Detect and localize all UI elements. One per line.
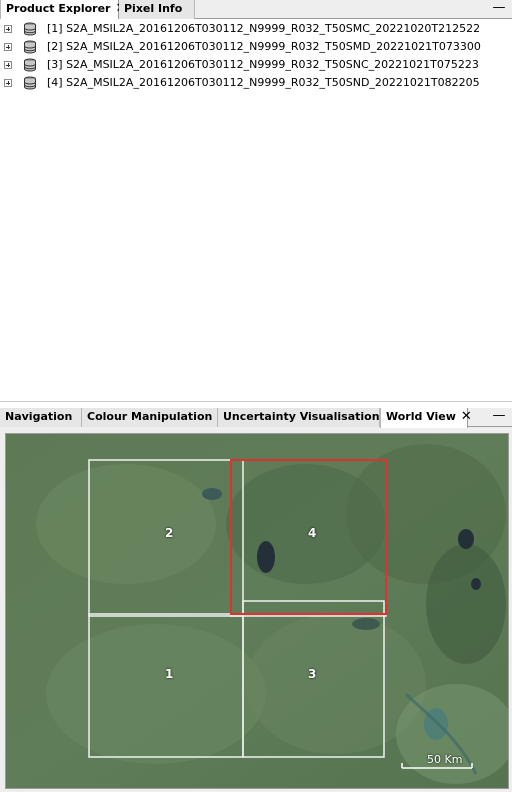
tab-uncertainty-visualisation[interactable]: Uncertainty Visualisation bbox=[218, 408, 380, 427]
tab-navigation[interactable]: Navigation bbox=[0, 408, 82, 427]
tab-product-explorer[interactable]: Product Explorer✕ bbox=[0, 0, 126, 20]
tab-navigation-label: Navigation bbox=[5, 410, 73, 423]
tab-product-explorer-label: Product Explorer bbox=[6, 2, 111, 15]
bottom-tool-panel: Navigation Colour Manipulation Uncertain… bbox=[0, 408, 512, 792]
tab-uncertainty-visualisation-label: Uncertainty Visualisation bbox=[223, 410, 380, 423]
product-label: [3] S2A_MSIL2A_20161206T030112_N9999_R03… bbox=[47, 58, 479, 71]
product-label: [2] S2A_MSIL2A_20161206T030112_N9999_R03… bbox=[47, 40, 481, 53]
expand-icon[interactable] bbox=[4, 25, 12, 33]
tab-pixel-info[interactable]: Pixel Info bbox=[119, 0, 195, 19]
tile-label-4: 4 bbox=[308, 526, 317, 540]
product-explorer-tree: [1] S2A_MSIL2A_20161206T030112_N9999_R03… bbox=[0, 19, 512, 402]
product-label: [4] S2A_MSIL2A_20161206T030112_N9999_R03… bbox=[47, 76, 480, 89]
tile-label-3: 3 bbox=[308, 667, 317, 681]
tile-label-2: 2 bbox=[165, 526, 174, 540]
tab-colour-manipulation[interactable]: Colour Manipulation bbox=[82, 408, 218, 427]
world-view-map[interactable]: 2 4 1 3 50 Km bbox=[5, 433, 509, 789]
database-icon bbox=[24, 22, 36, 36]
database-icon bbox=[24, 76, 36, 90]
expand-icon[interactable] bbox=[4, 79, 12, 87]
tab-pixel-info-label: Pixel Info bbox=[124, 2, 183, 15]
tab-world-view-label: World View bbox=[386, 410, 456, 423]
minimize-icon[interactable]: — bbox=[492, 408, 506, 426]
close-icon[interactable]: ✕ bbox=[461, 409, 472, 424]
bottom-tab-bar: Navigation Colour Manipulation Uncertain… bbox=[0, 408, 512, 428]
database-icon bbox=[24, 40, 36, 54]
product-label: [1] S2A_MSIL2A_20161206T030112_N9999_R03… bbox=[47, 22, 481, 35]
expand-icon[interactable] bbox=[4, 61, 12, 69]
minimize-icon[interactable]: — bbox=[492, 0, 506, 18]
tab-colour-manipulation-label: Colour Manipulation bbox=[87, 410, 213, 423]
top-tab-bar: Product Explorer✕ Pixel Info — bbox=[0, 0, 512, 20]
scale-label: 50 Km bbox=[427, 753, 463, 766]
expand-icon[interactable] bbox=[4, 43, 12, 51]
tile-label-1: 1 bbox=[165, 667, 174, 681]
database-icon bbox=[24, 58, 36, 72]
tab-world-view[interactable]: World View ✕ bbox=[380, 408, 472, 428]
satellite-imagery bbox=[6, 434, 508, 788]
